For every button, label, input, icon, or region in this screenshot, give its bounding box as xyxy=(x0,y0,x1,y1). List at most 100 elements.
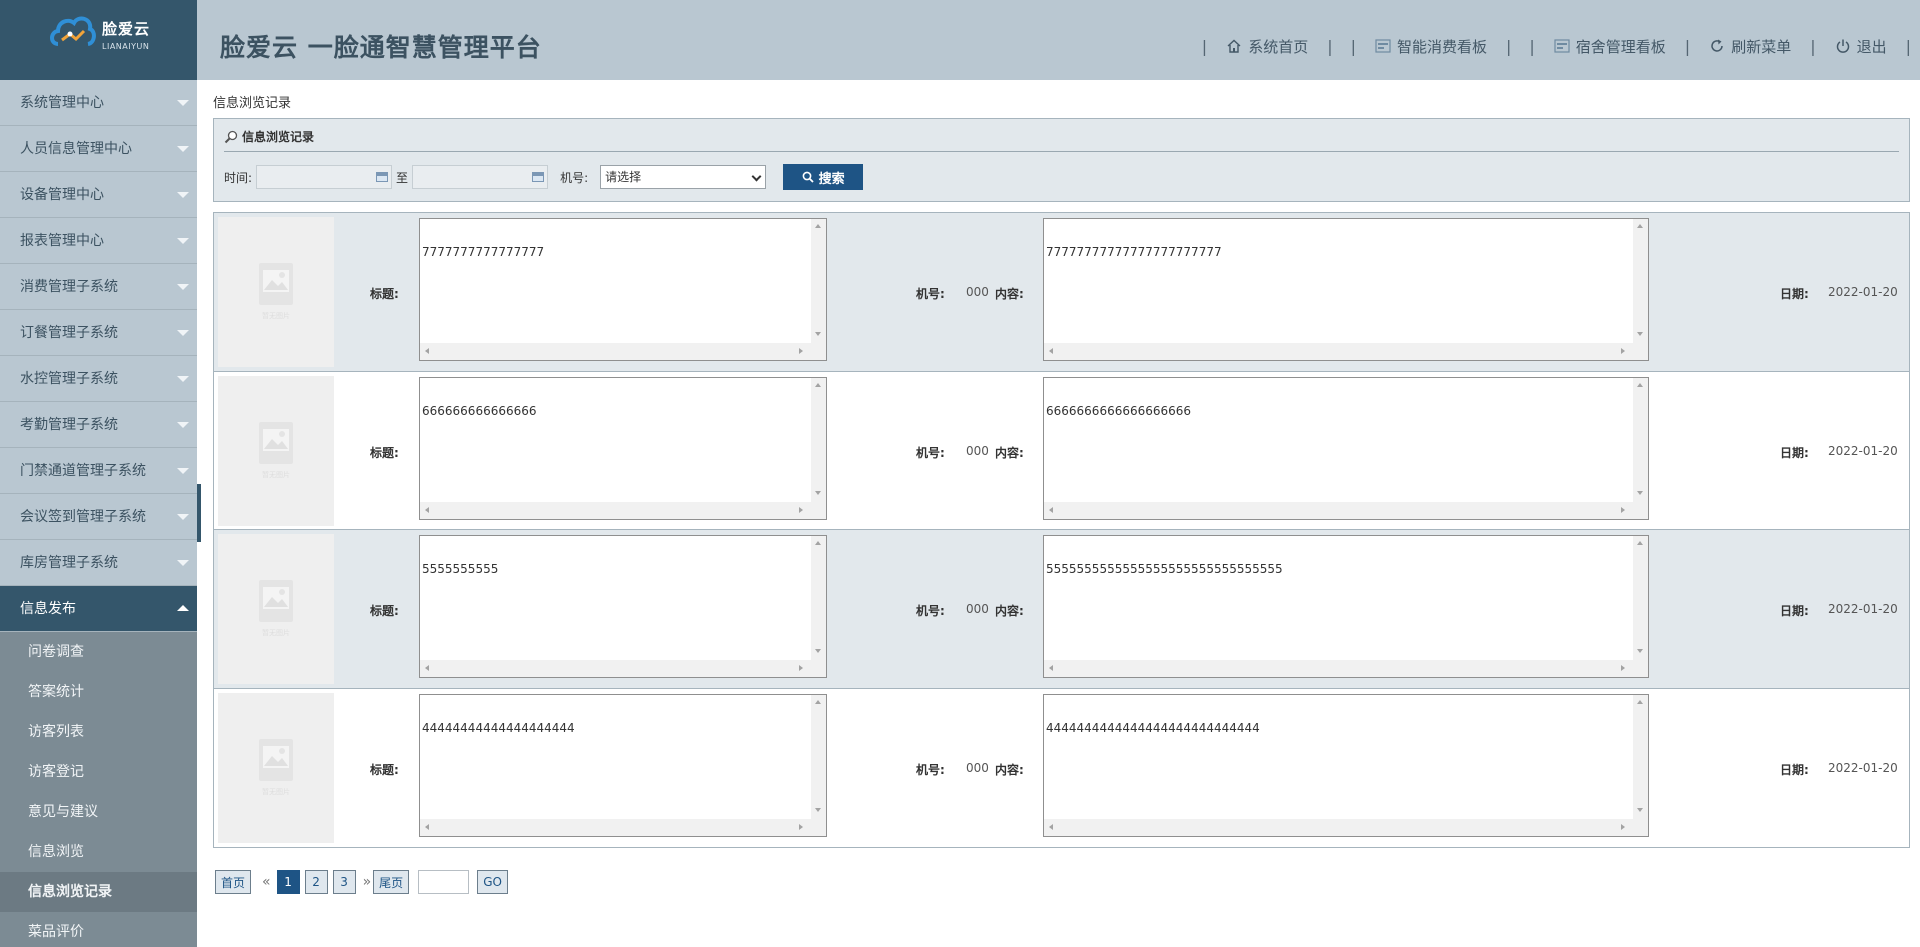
scroll-right-arrow-icon[interactable] xyxy=(1621,506,1625,513)
vertical-scrollbar[interactable] xyxy=(1633,377,1648,503)
horizontal-scrollbar[interactable] xyxy=(1044,343,1648,360)
horizontal-scrollbar[interactable] xyxy=(420,343,826,360)
title-textarea[interactable]: 7777777777777777 xyxy=(419,218,827,361)
scroll-down-arrow-icon[interactable] xyxy=(815,807,821,812)
scroll-left-arrow-icon[interactable] xyxy=(425,823,429,830)
start-date-input[interactable] xyxy=(256,165,393,189)
end-date-input[interactable] xyxy=(412,165,549,189)
menu-access-control[interactable]: 门禁通道管理子系统 xyxy=(0,448,197,494)
sidebar-item-survey[interactable]: 问卷调查 xyxy=(0,632,197,672)
nav-refresh-menu[interactable]: 刷新菜单 xyxy=(1709,36,1791,57)
scroll-up-arrow-icon[interactable] xyxy=(1637,541,1643,545)
content-textarea[interactable]: 77777777777777777777777 xyxy=(1043,218,1649,361)
menu-consumption[interactable]: 消费管理子系统 xyxy=(0,264,197,310)
sidebar-item-feedback[interactable]: 意见与建议 xyxy=(0,792,197,832)
scroll-right-arrow-icon[interactable] xyxy=(1621,665,1625,671)
menu-water-control[interactable]: 水控管理子系统 xyxy=(0,356,197,402)
scroll-up-arrow-icon[interactable] xyxy=(815,699,821,704)
content-textarea[interactable]: 5555555555555555555555555555555 xyxy=(1043,535,1649,678)
nav-consumption-board[interactable]: 智能消费看板 xyxy=(1375,36,1487,57)
scroll-right-arrow-icon[interactable] xyxy=(1621,348,1625,354)
scroll-down-arrow-icon[interactable] xyxy=(1637,649,1643,653)
content-textarea[interactable]: 6666666666666666666 xyxy=(1043,376,1649,520)
sidebar-item-answer-stats[interactable]: 答案统计 xyxy=(0,672,197,712)
horizontal-scrollbar[interactable] xyxy=(420,501,826,519)
machine-select[interactable]: 请选择 xyxy=(600,165,767,189)
scroll-up-arrow-icon[interactable] xyxy=(1637,699,1643,704)
horizontal-scrollbar[interactable] xyxy=(1044,501,1648,519)
menu-info-publish[interactable]: 信息发布 xyxy=(0,586,197,632)
horizontal-scrollbar[interactable] xyxy=(420,660,826,677)
scroll-left-arrow-icon[interactable] xyxy=(1049,348,1053,354)
scroll-down-arrow-icon[interactable] xyxy=(1637,490,1643,495)
scroll-down-arrow-icon[interactable] xyxy=(815,490,821,495)
page-2-button[interactable]: 2 xyxy=(304,870,328,894)
menu-warehouse[interactable]: 库房管理子系统 xyxy=(0,540,197,586)
horizontal-scrollbar[interactable] xyxy=(420,818,826,836)
scroll-down-arrow-icon[interactable] xyxy=(815,332,821,336)
scroll-up-arrow-icon[interactable] xyxy=(1637,224,1643,228)
scroll-right-arrow-icon[interactable] xyxy=(799,823,803,830)
scroll-up-arrow-icon[interactable] xyxy=(815,382,821,387)
sidebar-item-visitor-register[interactable]: 访客登记 xyxy=(0,752,197,792)
calendar-icon[interactable] xyxy=(532,172,545,182)
menu-meeting-signin[interactable]: 会议签到管理子系统 xyxy=(0,494,197,540)
vertical-scrollbar[interactable] xyxy=(811,377,826,503)
menu-personnel[interactable]: 人员信息管理中心 xyxy=(0,126,197,172)
menu-device[interactable]: 设备管理中心 xyxy=(0,172,197,218)
scroll-left-arrow-icon[interactable] xyxy=(425,348,429,354)
scroll-down-arrow-icon[interactable] xyxy=(815,649,821,653)
sidebar-collapse-handle[interactable] xyxy=(197,484,201,542)
page-1-button[interactable]: 1 xyxy=(276,870,300,894)
menu-attendance[interactable]: 考勤管理子系统 xyxy=(0,402,197,448)
scroll-right-arrow-icon[interactable] xyxy=(799,506,803,513)
scroll-left-arrow-icon[interactable] xyxy=(1049,665,1053,671)
scroll-up-arrow-icon[interactable] xyxy=(815,224,821,228)
sidebar-item-browse-records[interactable]: 信息浏览记录 xyxy=(0,872,197,912)
menu-ordering[interactable]: 订餐管理子系统 xyxy=(0,310,197,356)
scroll-left-arrow-icon[interactable] xyxy=(1049,506,1053,513)
sidebar-item-dish-rating[interactable]: 菜品评价 xyxy=(0,912,197,947)
vertical-scrollbar[interactable] xyxy=(811,219,826,344)
sidebar-item-visitor-list[interactable]: 访客列表 xyxy=(0,712,197,752)
scroll-up-arrow-icon[interactable] xyxy=(815,541,821,545)
search-button[interactable]: 搜索 xyxy=(783,164,864,190)
scroll-left-arrow-icon[interactable] xyxy=(425,506,429,513)
chevron-up-icon xyxy=(177,605,189,611)
vertical-scrollbar[interactable] xyxy=(811,694,826,820)
calendar-icon[interactable] xyxy=(376,172,389,182)
menu-system-management[interactable]: 系统管理中心 xyxy=(0,80,197,126)
nav-home[interactable]: 系统首页 xyxy=(1226,36,1308,57)
page-3-button[interactable]: 3 xyxy=(332,870,356,894)
scroll-right-arrow-icon[interactable] xyxy=(799,665,803,671)
scroll-right-arrow-icon[interactable] xyxy=(799,348,803,354)
title-textarea[interactable]: 44444444444444444444 xyxy=(419,693,827,837)
prev-page-button[interactable]: « xyxy=(262,874,271,890)
content-textarea[interactable]: 4444444444444444444444444444 xyxy=(1043,693,1649,837)
scroll-up-arrow-icon[interactable] xyxy=(1637,382,1643,387)
vertical-scrollbar[interactable] xyxy=(1633,219,1648,344)
vertical-scrollbar[interactable] xyxy=(1633,694,1648,820)
scroll-down-arrow-icon[interactable] xyxy=(1637,332,1643,336)
scroll-right-arrow-icon[interactable] xyxy=(1621,823,1625,830)
vertical-scrollbar[interactable] xyxy=(811,536,826,661)
nav-dormitory-board[interactable]: 宿舍管理看板 xyxy=(1554,36,1666,57)
goto-page-input[interactable] xyxy=(418,870,470,894)
next-page-button[interactable]: » xyxy=(363,874,372,890)
go-button[interactable]: GO xyxy=(477,870,508,894)
scroll-down-arrow-icon[interactable] xyxy=(1637,807,1643,812)
sidebar-item-info-browse[interactable]: 信息浏览 xyxy=(0,832,197,872)
vertical-scrollbar[interactable] xyxy=(1633,536,1648,661)
menu-reports[interactable]: 报表管理中心 xyxy=(0,218,197,264)
nav-logout[interactable]: 退出 xyxy=(1835,36,1887,57)
time-label: 时间: xyxy=(224,170,253,185)
horizontal-scrollbar[interactable] xyxy=(1044,818,1648,836)
title-label: 标题: xyxy=(370,287,399,301)
horizontal-scrollbar[interactable] xyxy=(1044,660,1648,677)
first-page-button[interactable]: 首页 xyxy=(215,870,252,894)
title-textarea[interactable]: 5555555555 xyxy=(419,535,827,678)
title-textarea[interactable]: 666666666666666 xyxy=(419,376,827,520)
scroll-left-arrow-icon[interactable] xyxy=(1049,823,1053,830)
scroll-left-arrow-icon[interactable] xyxy=(425,665,429,671)
last-page-button[interactable]: 尾页 xyxy=(373,870,410,894)
